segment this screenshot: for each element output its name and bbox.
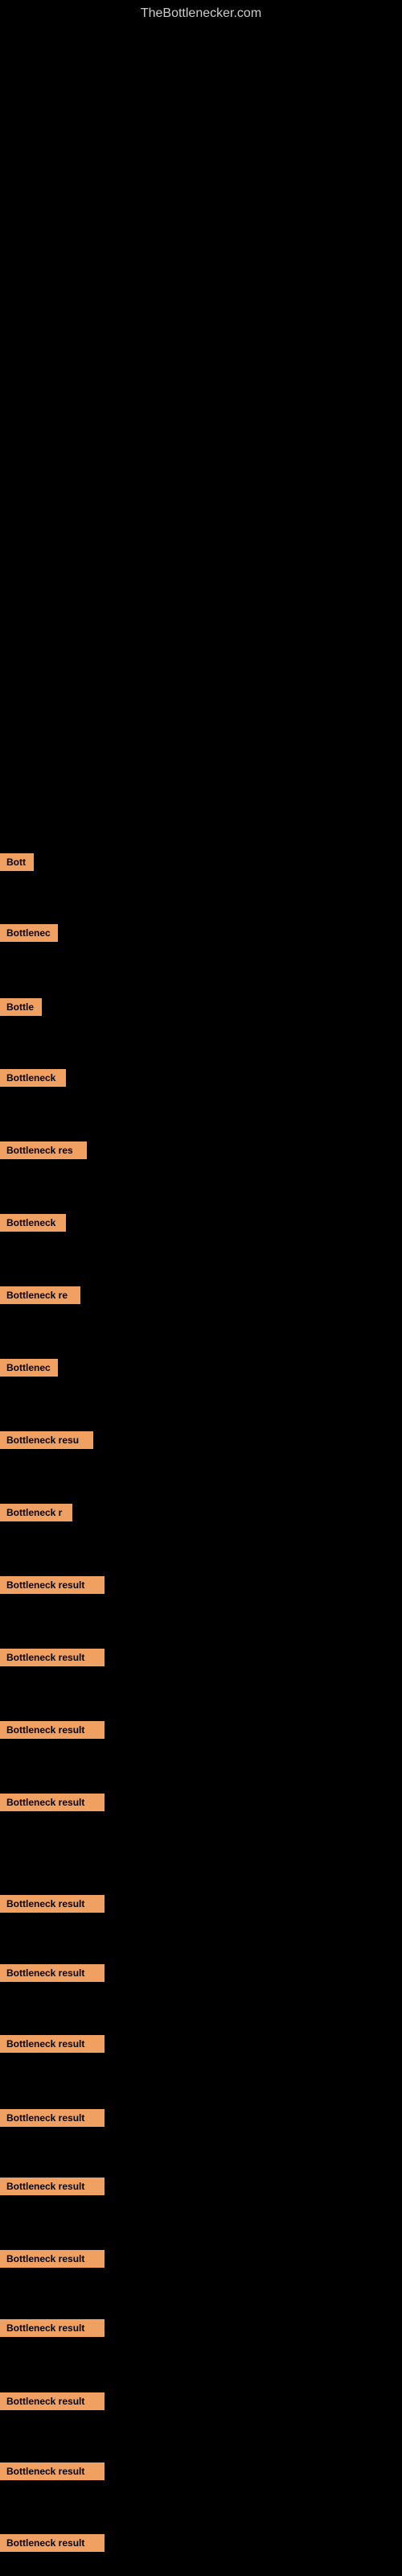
bottleneck-result-label: Bottleneck result xyxy=(0,2035,105,2053)
site-title: TheBottlenecker.com xyxy=(0,0,402,21)
bottleneck-result-label: Bottleneck xyxy=(0,1214,66,1232)
bottleneck-result-label: Bottleneck xyxy=(0,1069,66,1087)
bottleneck-result-label: Bottlenec xyxy=(0,924,58,942)
bottleneck-result-label: Bottleneck result xyxy=(0,1895,105,1913)
bottleneck-result-label: Bottleneck result xyxy=(0,2109,105,2127)
bottleneck-result-label: Bottleneck result xyxy=(0,2178,105,2195)
bottleneck-result-label: Bottleneck result xyxy=(0,2462,105,2480)
bottleneck-result-label: Bottleneck resu xyxy=(0,1431,93,1449)
bottleneck-result-label: Bottle xyxy=(0,998,42,1016)
bottleneck-result-label: Bott xyxy=(0,853,34,871)
bottleneck-result-label: Bottleneck result xyxy=(0,1794,105,1811)
bottleneck-result-label: Bottlenec xyxy=(0,1359,58,1377)
bottleneck-result-label: Bottleneck result xyxy=(0,1721,105,1739)
bottleneck-result-label: Bottleneck result xyxy=(0,1964,105,1982)
bottleneck-result-label: Bottleneck result xyxy=(0,2392,105,2410)
bottleneck-result-label: Bottleneck r xyxy=(0,1504,72,1521)
bottleneck-result-label: Bottleneck result xyxy=(0,2319,105,2337)
bottleneck-result-label: Bottleneck result xyxy=(0,1649,105,1666)
bottleneck-result-label: Bottleneck res xyxy=(0,1141,87,1159)
bottleneck-result-label: Bottleneck re xyxy=(0,1286,80,1304)
bottleneck-result-label: Bottleneck result xyxy=(0,1576,105,1594)
bottleneck-result-label: Bottleneck result xyxy=(0,2534,105,2552)
bottleneck-result-label: Bottleneck result xyxy=(0,2250,105,2268)
